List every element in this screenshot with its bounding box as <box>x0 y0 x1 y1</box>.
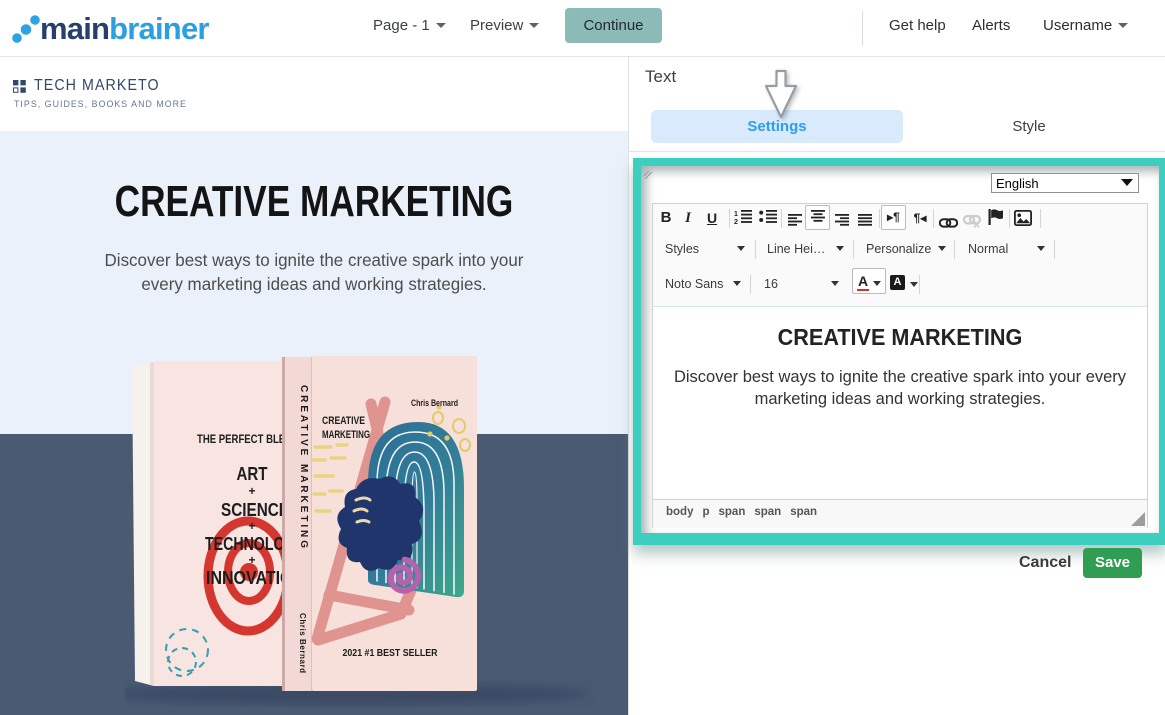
svg-text:MARKETING: MARKETING <box>322 429 370 441</box>
svg-text:CREATIVE MARKETING: CREATIVE MARKETING <box>298 385 309 548</box>
svg-text:ART: ART <box>237 464 268 484</box>
svg-text:+: + <box>248 553 255 567</box>
svg-text:2021 #1 BEST SELLER: 2021 #1 BEST SELLER <box>343 647 438 659</box>
svg-text:2: 2 <box>734 219 738 224</box>
svg-text:Chris Bernard: Chris Bernard <box>298 613 307 673</box>
svg-text:Chris Bernard: Chris Bernard <box>411 398 458 409</box>
svg-text:SCIENCE: SCIENCE <box>221 500 289 520</box>
svg-text:+: + <box>248 519 255 533</box>
svg-text:+: + <box>248 484 255 498</box>
svg-text:1: 1 <box>734 211 738 218</box>
svg-text:CREATIVE: CREATIVE <box>322 415 365 427</box>
